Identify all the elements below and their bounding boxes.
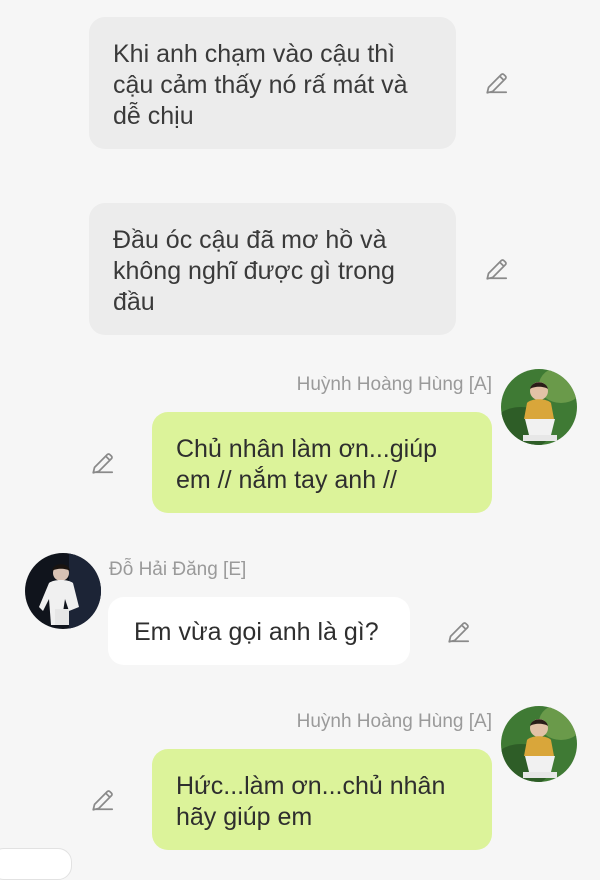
avatar[interactable] <box>501 369 577 445</box>
pencil-edit-icon[interactable] <box>484 256 510 282</box>
partial-message-bubble <box>0 848 72 880</box>
message-text: Em vừa gọi anh là gì? <box>134 618 379 646</box>
pencil-edit-icon[interactable] <box>446 619 472 645</box>
sender-name: Đỗ Hải Đăng [E] <box>109 559 247 580</box>
chat-thread: Khi anh chạm vào cậu thì cậu cảm thấy nó… <box>0 0 600 880</box>
outgoing-message-bubble[interactable]: Hức...làm ơn...chủ nhân hãy giúp em <box>152 749 492 850</box>
message-text: Đầu óc cậu đã mơ hồ và không nghĩ được g… <box>113 226 395 316</box>
sender-name: Huỳnh Hoàng Hùng [A] <box>296 711 492 732</box>
avatar[interactable] <box>501 706 577 782</box>
narration-bubble[interactable]: Khi anh chạm vào cậu thì cậu cảm thấy nó… <box>89 17 456 149</box>
message-text: Khi anh chạm vào cậu thì cậu cảm thấy nó… <box>113 40 408 130</box>
pencil-edit-icon[interactable] <box>90 450 116 476</box>
pencil-edit-icon[interactable] <box>484 70 510 96</box>
incoming-message-bubble[interactable]: Em vừa gọi anh là gì? <box>108 597 410 665</box>
message-text: Hức...làm ơn...chủ nhân hãy giúp em <box>176 772 446 831</box>
avatar[interactable] <box>25 553 101 629</box>
narration-bubble[interactable]: Đầu óc cậu đã mơ hồ và không nghĩ được g… <box>89 203 456 335</box>
message-text: Chủ nhân làm ơn...giúp em // nắm tay anh… <box>176 435 437 494</box>
sender-name: Huỳnh Hoàng Hùng [A] <box>296 374 492 395</box>
outgoing-message-bubble[interactable]: Chủ nhân làm ơn...giúp em // nắm tay anh… <box>152 412 492 513</box>
pencil-edit-icon[interactable] <box>90 787 116 813</box>
